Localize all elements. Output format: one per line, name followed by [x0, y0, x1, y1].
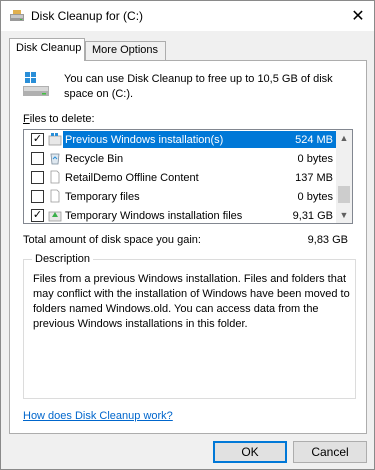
ok-button[interactable]: OK: [213, 441, 287, 463]
disk-cleanup-icon: [10, 10, 24, 21]
list-item-temporary-files[interactable]: Temporary files 0 bytes: [24, 187, 337, 206]
blank-file-icon: [50, 170, 60, 184]
item-name: Previous Windows installation(s): [65, 133, 224, 146]
checkbox-previous-windows[interactable]: ✓: [31, 133, 44, 146]
item-size: 0 bytes: [297, 190, 333, 203]
item-size: 0 bytes: [297, 152, 333, 165]
files-label-accesskey: F: [23, 113, 30, 125]
scroll-up-icon[interactable]: ▲: [336, 130, 352, 146]
item-size: 524 MB: [295, 133, 333, 146]
recycle-bin-icon: [50, 153, 60, 165]
blank-file-icon: [50, 189, 60, 203]
list-scrollbar[interactable]: ▲ ▼: [336, 130, 352, 223]
checkbox-temp-windows-install[interactable]: ✓: [31, 209, 44, 222]
total-gain-value: 9,83 GB: [307, 234, 348, 246]
checkbox-recycle-bin[interactable]: [31, 152, 44, 165]
total-gain-label: Total amount of disk space you gain:: [23, 234, 201, 246]
title-bar: Disk Cleanup for (C:) ✕: [1, 1, 374, 31]
scroll-thumb[interactable]: [338, 186, 350, 203]
close-icon[interactable]: ✕: [351, 6, 364, 26]
windows-install-icon: [48, 211, 62, 222]
cancel-button[interactable]: Cancel: [293, 441, 367, 463]
tab-more-options[interactable]: More Options: [85, 41, 166, 61]
files-to-delete-label: Files to delete:: [23, 113, 95, 125]
scroll-down-icon[interactable]: ▼: [336, 207, 352, 223]
tab-panel: You can use Disk Cleanup to free up to 1…: [9, 60, 367, 434]
close-button[interactable]: ✕: [342, 1, 374, 31]
list-item-temp-windows-install[interactable]: ✓ Temporary Windows installation files 9…: [24, 206, 337, 223]
list-item-recycle-bin[interactable]: Recycle Bin 0 bytes: [24, 149, 337, 168]
item-size: 9,31 GB: [292, 209, 333, 222]
item-name: Recycle Bin: [65, 152, 124, 165]
list-item-previous-windows[interactable]: ✓ Previous Windows installation(s) 524 M…: [24, 130, 337, 149]
item-name: RetailDemo Offline Content: [65, 171, 199, 184]
disk-cleanup-window: Disk Cleanup for (C:) ✕ Disk Cleanup Mor…: [0, 0, 375, 470]
windows-install-icon: [48, 133, 62, 146]
help-link[interactable]: How does Disk Cleanup work?: [23, 410, 173, 422]
intro-text: You can use Disk Cleanup to free up to 1…: [64, 73, 333, 100]
list-item-retaildemo[interactable]: RetailDemo Offline Content 137 MB: [24, 168, 337, 187]
description-legend: Description: [32, 253, 94, 265]
description-text: Files from a previous Windows installati…: [33, 273, 350, 330]
checkbox-temporary-files[interactable]: [31, 190, 44, 203]
description-group: Description Files from a previous Window…: [23, 253, 356, 399]
checkbox-retaildemo[interactable]: [31, 171, 44, 184]
item-size: 137 MB: [295, 171, 333, 184]
tab-disk-cleanup[interactable]: Disk Cleanup: [9, 38, 85, 61]
window-title: Disk Cleanup for (C:): [31, 9, 144, 23]
item-name: Temporary Windows installation files: [65, 209, 243, 222]
files-label-rest: iles to delete:: [29, 113, 95, 125]
item-name: Temporary files: [65, 190, 140, 203]
drive-icon: [23, 72, 49, 96]
files-list[interactable]: ✓ Previous Windows installation(s) 524 M…: [23, 129, 353, 224]
